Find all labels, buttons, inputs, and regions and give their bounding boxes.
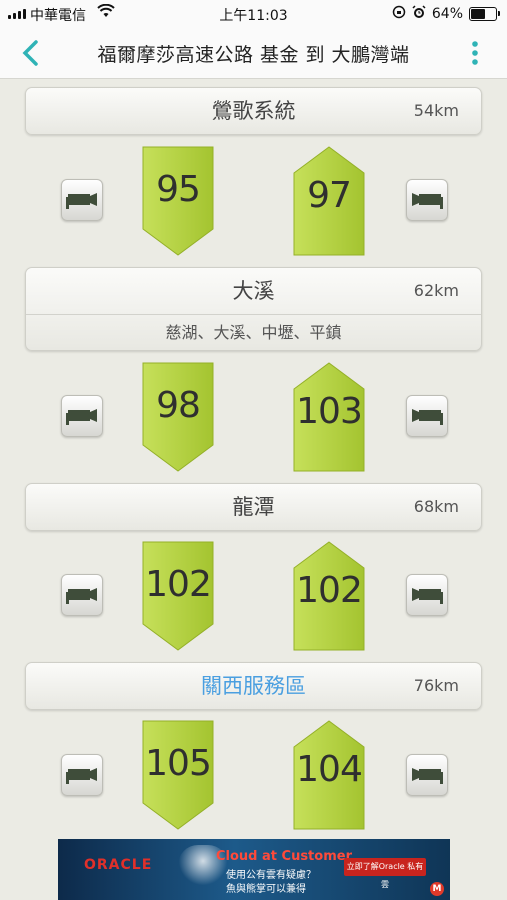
interchange-distance: 62km xyxy=(413,281,459,300)
camera-icon xyxy=(412,193,443,209)
more-vertical-icon xyxy=(472,41,478,65)
interchange-list: 鶯歌系統 54km 95 97 大溪 62km 慈湖、大溪、中壢、平鎮 98 1… xyxy=(0,79,507,839)
ad-cta-button[interactable]: 立即了解Oracle 私有雲 xyxy=(344,858,426,889)
nav-bar: 福爾摩莎高速公路 基金 到 大鵬灣端 xyxy=(0,28,507,79)
camera-icon xyxy=(66,588,97,604)
interchange-card[interactable]: 大溪 62km 慈湖、大溪、中壢、平鎮 xyxy=(25,267,482,351)
camera-button-left[interactable] xyxy=(61,179,103,221)
ad-text-line2: 魚與熊掌可以兼得 xyxy=(226,884,306,895)
speed-value: 95 xyxy=(156,169,201,210)
interchange-name: 龍潭 xyxy=(232,495,275,519)
camera-button-right[interactable] xyxy=(406,574,448,616)
speed-value: 97 xyxy=(307,175,352,216)
camera-icon xyxy=(412,409,443,425)
speed-value: 104 xyxy=(296,749,363,790)
speed-badge-down: 105 xyxy=(141,719,215,831)
ad-banner[interactable]: ORACLE Cloud at Customer 使用公有雲有疑慮？ 魚與熊掌可… xyxy=(58,839,450,900)
interchange-distance: 54km xyxy=(413,101,459,120)
speed-badge-down: 95 xyxy=(141,145,215,257)
interchange-distance: 68km xyxy=(413,497,459,516)
speed-value: 102 xyxy=(296,570,363,611)
speed-value: 98 xyxy=(156,385,201,426)
more-options-button[interactable] xyxy=(471,40,479,66)
camera-icon xyxy=(66,409,97,425)
battery-percent: 64% xyxy=(431,6,463,22)
camera-button-right[interactable] xyxy=(406,395,448,437)
speed-badge-down: 102 xyxy=(141,540,215,652)
speed-badge-up: 102 xyxy=(292,540,366,652)
chevron-left-icon xyxy=(22,40,38,66)
interchange-card[interactable]: 鶯歌系統 54km xyxy=(25,87,482,135)
interchange-card[interactable]: 龍潭 68km xyxy=(25,483,482,531)
ad-text-line1: 使用公有雲有疑慮？ xyxy=(226,870,316,881)
ad-badge: M xyxy=(430,882,444,896)
camera-icon xyxy=(66,193,97,209)
speed-badge-up: 103 xyxy=(292,361,366,473)
camera-icon xyxy=(66,768,97,784)
speed-value: 105 xyxy=(145,743,212,784)
speed-badge-down: 98 xyxy=(141,361,215,473)
camera-button-left[interactable] xyxy=(61,574,103,616)
camera-button-right[interactable] xyxy=(406,179,448,221)
battery-icon xyxy=(469,7,500,21)
camera-icon xyxy=(412,588,443,604)
back-button[interactable] xyxy=(18,38,44,68)
camera-icon xyxy=(412,768,443,784)
speed-badge-up: 104 xyxy=(292,719,366,831)
alarm-icon xyxy=(412,5,426,23)
screen-lock-icon xyxy=(392,5,406,23)
ad-headline: Cloud at Customer xyxy=(216,849,352,864)
interchange-distance: 76km xyxy=(413,676,459,695)
camera-button-left[interactable] xyxy=(61,754,103,796)
ad-logo: ORACLE xyxy=(84,857,153,873)
page-title: 福爾摩莎高速公路 基金 到 大鵬灣端 xyxy=(97,44,410,66)
interchange-name: 大溪 xyxy=(232,279,275,303)
status-bar: 中華電信 上午11:03 64% xyxy=(0,0,507,28)
camera-button-right[interactable] xyxy=(406,754,448,796)
interchange-destinations: 慈湖、大溪、中壢、平鎮 xyxy=(26,314,481,351)
camera-button-left[interactable] xyxy=(61,395,103,437)
speed-value: 102 xyxy=(145,564,212,605)
service-area-name: 關西服務區 xyxy=(201,674,306,698)
speed-value: 103 xyxy=(296,391,363,432)
interchange-name: 鶯歌系統 xyxy=(211,99,296,123)
interchange-card[interactable]: 關西服務區 76km xyxy=(25,662,482,710)
speed-badge-up: 97 xyxy=(292,145,366,257)
